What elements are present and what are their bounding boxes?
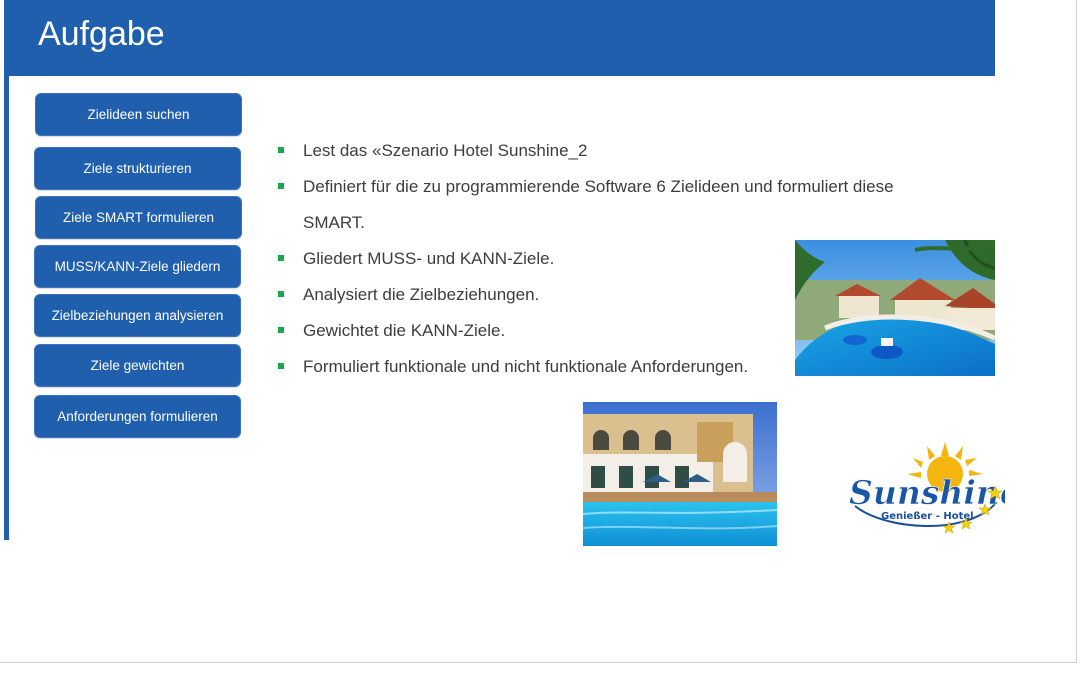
slide-title: Aufgabe (38, 15, 165, 53)
nav-button-zielideen-suchen[interactable]: Zielideen suchen (35, 93, 242, 136)
bullet-square-icon (278, 363, 284, 369)
nav-button-anforderungen-formulieren[interactable]: Anforderungen formulieren (34, 395, 241, 438)
bullet-square-icon (278, 291, 284, 297)
svg-text:Sunshine: Sunshine (849, 473, 1005, 512)
task-item: Lest das «Szenario Hotel Sunshine_2 (276, 133, 966, 169)
sunshine-hotel-logo: Sunshine Genießer - Hotel (845, 440, 1021, 538)
bullet-square-icon (278, 327, 284, 333)
nav-button-ziele-smart-formulieren[interactable]: Ziele SMART formulieren (35, 196, 242, 239)
bullet-square-icon (278, 183, 284, 189)
bullet-square-icon (278, 147, 284, 153)
nav-button-muss-kann-ziele-gliedern[interactable]: MUSS/KANN-Ziele gliedern (34, 245, 241, 288)
nav-button-zielbeziehungen-analysieren[interactable]: Zielbeziehungen analysieren (34, 294, 241, 337)
nav-button-ziele-strukturieren[interactable]: Ziele strukturieren (34, 147, 241, 190)
resort-pool-photo (795, 240, 995, 376)
title-bar: Aufgabe (4, 0, 995, 76)
hotel-building-photo (583, 402, 777, 546)
left-accent-rule (4, 76, 9, 540)
bullet-square-icon (278, 255, 284, 261)
svg-text:Genießer - Hotel: Genießer - Hotel (881, 511, 974, 522)
task-item-continuation: SMART. (303, 213, 366, 232)
nav-button-ziele-gewichten[interactable]: Ziele gewichten (34, 344, 241, 387)
slide: Aufgabe Zielideen suchen Ziele strukturi… (0, 0, 1077, 663)
task-item: Definiert für die zu programmierende Sof… (276, 169, 966, 205)
